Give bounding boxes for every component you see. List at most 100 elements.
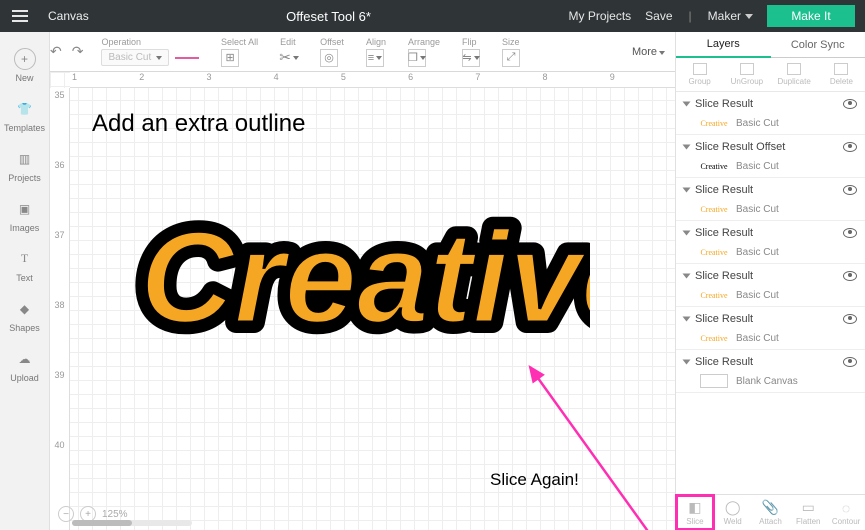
layer-sub: Basic Cut [736, 118, 779, 129]
layer-thumb: Creative [700, 116, 728, 130]
rail-label: New [15, 73, 33, 83]
edit-icon[interactable]: ✂ [280, 49, 298, 67]
left-rail: +New 👕Templates ▥Projects ▣Images TText … [0, 32, 50, 530]
save-link[interactable]: Save [645, 9, 672, 23]
layer-sub: Basic Cut [736, 290, 779, 301]
linetype-swatch[interactable] [175, 57, 199, 59]
ruler-tick: 4 [272, 72, 339, 87]
arrange-icon[interactable]: ❐ [408, 49, 426, 67]
tab-layers[interactable]: Layers [676, 32, 771, 58]
weld-icon: ◯ [725, 499, 741, 516]
shapes-button[interactable]: ◆ Shapes [0, 290, 49, 340]
plus-icon: + [14, 48, 36, 70]
visibility-icon[interactable] [843, 99, 857, 109]
disclosure-icon[interactable] [683, 231, 691, 236]
slice-button[interactable]: ◧Slice [676, 495, 714, 530]
align-group: Align ≡ [366, 37, 386, 67]
layer-thumb: Creative [700, 288, 728, 302]
select-all-label: Select All [221, 37, 258, 47]
images-button[interactable]: ▣Images [0, 190, 49, 240]
attach-icon: 📎 [762, 499, 779, 516]
arrange-label: Arrange [408, 37, 440, 47]
undo-icon[interactable]: ↶ [50, 43, 62, 60]
tab-color-sync[interactable]: Color Sync [771, 32, 865, 58]
flip-label: Flip [462, 37, 477, 47]
group-button[interactable]: Group [676, 58, 723, 91]
more-dropdown[interactable]: More [632, 46, 665, 58]
document-title[interactable]: Offeset Tool 6* [89, 9, 569, 24]
upload-button[interactable]: ☁Upload [0, 340, 49, 390]
operation-select[interactable]: Basic Cut [101, 49, 169, 66]
duplicate-button[interactable]: Duplicate [771, 58, 818, 91]
ruler-tick: 1 [70, 72, 137, 87]
disclosure-icon[interactable] [683, 102, 691, 107]
layer-row[interactable]: Slice Result OffsetCreativeBasic Cut [676, 135, 865, 178]
rail-label: Shapes [9, 323, 40, 333]
chevron-down-icon [745, 14, 753, 19]
ruler-tick: 2 [137, 72, 204, 87]
ruler-tick: 37 [50, 228, 69, 298]
ungroup-button[interactable]: UnGroup [723, 58, 770, 91]
layer-row[interactable]: Slice Result Creative Basic Cut [676, 264, 865, 307]
layer-name: Slice Result [695, 270, 753, 282]
align-icon[interactable]: ≡ [366, 49, 384, 67]
disclosure-icon[interactable] [683, 317, 691, 322]
flip-icon[interactable]: ⇋ [462, 49, 480, 67]
templates-button[interactable]: 👕Templates [0, 90, 49, 140]
layer-top-actions: Group UnGroup Duplicate Delete [676, 58, 865, 92]
layer-name: Slice Result [695, 356, 753, 368]
projects-button[interactable]: ▥Projects [0, 140, 49, 190]
layer-row[interactable]: Slice Result Creative Basic Cut [676, 221, 865, 264]
horizontal-scrollbar[interactable] [72, 520, 192, 530]
weld-button[interactable]: ◯Weld [714, 495, 752, 530]
visibility-icon[interactable] [843, 228, 857, 238]
layer-thumb [700, 374, 728, 388]
ruler-tick: 6 [406, 72, 473, 87]
disclosure-icon[interactable] [683, 360, 691, 365]
visibility-icon[interactable] [843, 142, 857, 152]
layer-row[interactable]: Slice ResultCreativeBasic Cut [676, 307, 865, 350]
layer-row[interactable]: Slice ResultCreativeBasic Cut [676, 92, 865, 135]
disclosure-icon[interactable] [683, 145, 691, 150]
size-icon[interactable]: ⤢ [502, 49, 520, 67]
new-button[interactable]: + New [0, 40, 49, 90]
ruler-tick: 36 [50, 158, 69, 228]
layer-row[interactable]: Slice ResultCreativeBasic Cut [676, 178, 865, 221]
ruler-tick: 39 [50, 368, 69, 438]
callout-arrow [480, 352, 675, 530]
layer-thumb: Creative [700, 331, 728, 345]
artwork-creative[interactable]: Creative Creative [130, 182, 590, 372]
make-it-button[interactable]: Make It [767, 5, 855, 27]
disclosure-icon[interactable] [683, 274, 691, 279]
contour-button[interactable]: ◌Contour [827, 495, 865, 530]
visibility-icon[interactable] [843, 314, 857, 324]
shapes-icon: ◆ [14, 298, 36, 320]
images-icon: ▣ [14, 198, 36, 220]
layer-row[interactable]: Slice ResultBlank Canvas [676, 350, 865, 393]
ruler-tick: 5 [339, 72, 406, 87]
layer-thumb: Creative [700, 245, 728, 259]
layer-name: Slice Result [695, 227, 753, 239]
canvas-area[interactable]: 123456789 353637383940 Add an extra outl… [50, 72, 675, 530]
machine-selector[interactable]: Maker [708, 9, 753, 23]
text-button[interactable]: TText [0, 240, 49, 290]
layer-thumb: Creative [700, 202, 728, 216]
disclosure-icon[interactable] [683, 188, 691, 193]
annotation-outline: Add an extra outline [92, 110, 305, 138]
offset-icon[interactable]: ◎ [320, 49, 338, 67]
select-all-icon[interactable]: ⊞ [221, 49, 239, 67]
rail-label: Projects [8, 173, 41, 183]
menu-icon[interactable] [0, 0, 40, 32]
visibility-icon[interactable] [843, 357, 857, 367]
visibility-icon[interactable] [843, 271, 857, 281]
layer-name: Slice Result Offset [695, 141, 785, 153]
redo-icon[interactable]: ↷ [72, 43, 84, 60]
attach-button[interactable]: 📎Attach [752, 495, 790, 530]
flatten-button[interactable]: ▭Flatten [789, 495, 827, 530]
delete-button[interactable]: Delete [818, 58, 865, 91]
separator: | [689, 9, 692, 23]
my-projects-link[interactable]: My Projects [568, 9, 631, 23]
annotation-slice: Slice Again! [490, 470, 579, 490]
layer-sub: Basic Cut [736, 247, 779, 258]
visibility-icon[interactable] [843, 185, 857, 195]
